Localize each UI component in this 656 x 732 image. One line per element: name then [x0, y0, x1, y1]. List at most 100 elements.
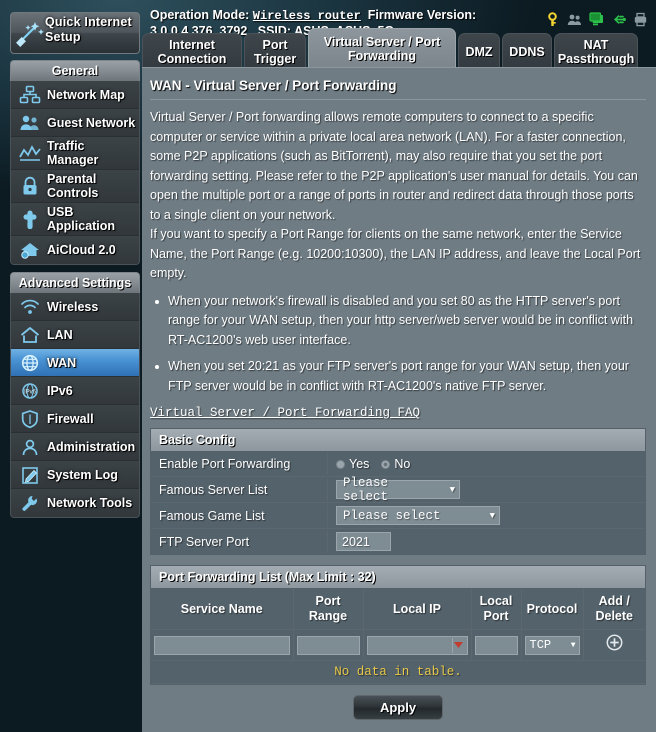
sidebar-item-lan[interactable]: LAN — [11, 321, 139, 349]
main-panel: WAN - Virtual Server / Port Forwarding V… — [142, 67, 656, 732]
quick-internet-setup-button[interactable]: Quick Internet Setup — [10, 12, 140, 54]
row-ftp-server-port: FTP Server Port — [151, 529, 645, 554]
col-local-ip: Local IP — [363, 589, 472, 630]
wrench-icon — [13, 493, 47, 513]
key-icon[interactable] — [545, 12, 560, 27]
sidebar-item-label: Firewall — [47, 411, 94, 426]
magic-wand-icon — [11, 15, 45, 53]
sidebar-item-ipv6[interactable]: IPv6 IPv6 — [11, 377, 139, 405]
guest-network-icon — [13, 113, 47, 133]
sidebar-item-label: IPv6 — [47, 383, 73, 398]
famous-game-list-select[interactable]: Please select ▼ — [336, 506, 500, 525]
row-famous-game-list: Famous Game List Please select ▼ — [151, 503, 645, 529]
aicloud-icon — [13, 240, 47, 260]
apply-button[interactable]: Apply — [352, 695, 444, 720]
faq-link[interactable]: Virtual Server / Port Forwarding FAQ — [150, 406, 420, 420]
network-map-icon — [13, 85, 47, 105]
monitor-icon[interactable] — [589, 12, 604, 27]
sidebar-item-label: System Log — [47, 467, 118, 482]
sidebar-item-label: Network Tools — [47, 496, 133, 510]
usb-icon[interactable] — [611, 12, 626, 27]
chevron-down-icon[interactable] — [451, 637, 465, 653]
service-name-input[interactable] — [154, 635, 290, 655]
sidebar-item-network-tools[interactable]: Network Tools — [11, 489, 139, 517]
operation-mode-label: Operation Mode: — [150, 8, 250, 22]
sidebar-item-system-log[interactable]: System Log — [11, 461, 139, 489]
radio-no-indicator[interactable] — [381, 459, 391, 469]
usb-application-icon — [13, 209, 47, 229]
sidebar-item-label: WAN — [47, 355, 77, 370]
tab-dmz[interactable]: DMZ — [458, 33, 500, 68]
cell-protocol: TCP ▼ — [521, 629, 584, 661]
tab-ddns[interactable]: DDNS — [502, 33, 552, 68]
sidebar-item-network-map[interactable]: Network Map — [11, 81, 139, 109]
table-empty-row: No data in table. — [151, 660, 645, 684]
sidebar-advanced-section: Advanced Settings Wireless LAN WAN IPv6 … — [10, 272, 140, 518]
sidebar-item-wan[interactable]: WAN — [11, 349, 139, 377]
sidebar-item-aicloud[interactable]: AiCloud 2.0 — [11, 236, 139, 264]
local-port-input[interactable] — [474, 635, 518, 655]
radio-no-label: No — [394, 457, 411, 471]
note-item: When your network's firewall is disabled… — [150, 292, 646, 351]
sidebar-item-traffic-manager[interactable]: Traffic Manager — [11, 137, 139, 170]
enable-port-forwarding-label: Enable Port Forwarding — [151, 453, 328, 475]
sidebar-item-administration[interactable]: Administration — [11, 433, 139, 461]
operation-mode-value[interactable]: Wireless router — [253, 9, 361, 23]
radio-yes-indicator[interactable] — [336, 459, 345, 469]
famous-server-list-select[interactable]: Please select ▼ — [336, 476, 460, 504]
router-admin-page: Quick Internet Setup General Network Map — [0, 0, 656, 732]
sidebar-item-label: Guest Network — [47, 115, 136, 130]
sidebar-item-label: Administration — [47, 439, 136, 454]
printer-icon[interactable] — [633, 12, 648, 27]
home-icon — [13, 325, 47, 345]
sidebar-item-label: Parental Controls — [47, 172, 99, 200]
sidebar-item-guest-network[interactable]: Guest Network — [11, 109, 139, 137]
famous-game-list-value: Please select — [343, 508, 441, 523]
basic-config-title: Basic Config — [151, 429, 645, 452]
clients-icon[interactable] — [567, 12, 582, 27]
sidebar-item-label: LAN — [47, 327, 73, 342]
sidebar-item-wireless[interactable]: Wireless — [11, 293, 139, 321]
chevron-down-icon: ▼ — [570, 640, 576, 650]
col-add-delete: Add / Delete — [583, 589, 645, 630]
add-circle-icon[interactable] — [606, 634, 623, 656]
ftp-server-port-input[interactable] — [336, 532, 391, 551]
port-forwarding-list-title: Port Forwarding List (Max Limit : 32) — [151, 566, 645, 589]
log-edit-icon — [13, 465, 47, 485]
cell-port-range — [293, 629, 364, 661]
no-data-message: No data in table. — [151, 660, 645, 684]
famous-server-list-value: Please select — [343, 475, 389, 504]
tab-virtual-server-port-forwarding[interactable]: Virtual Server / Port Forwarding — [308, 28, 456, 68]
radio-yes[interactable]: Yes — [336, 457, 369, 471]
note-item: When you set 20:21 as your FTP server's … — [150, 357, 646, 396]
enable-port-forwarding-radio-group: Yes No — [336, 457, 410, 471]
description-block: Virtual Server / Port forwarding allows … — [150, 108, 646, 284]
sidebar: Quick Internet Setup General Network Map — [10, 12, 140, 518]
port-forwarding-table: Service Name Port Range Local IP Local P… — [151, 589, 645, 684]
local-ip-combo[interactable] — [366, 635, 468, 655]
globe-icon — [13, 353, 47, 373]
tab-port-trigger[interactable]: Port Trigger — [244, 33, 306, 68]
ipv6-icon: IPv6 — [13, 381, 47, 401]
user-admin-icon — [13, 437, 47, 457]
col-local-port: Local Port — [471, 589, 522, 630]
sidebar-item-firewall[interactable]: Firewall — [11, 405, 139, 433]
protocol-value: TCP — [529, 638, 552, 652]
apply-row: Apply — [150, 695, 646, 720]
radio-yes-label: Yes — [349, 457, 370, 471]
protocol-select[interactable]: TCP ▼ — [524, 635, 580, 655]
col-port-range: Port Range — [293, 589, 364, 630]
tab-nat-passthrough[interactable]: NAT Passthrough — [554, 33, 638, 68]
sidebar-item-usb-application[interactable]: USB Application — [11, 203, 139, 236]
description-paragraph-1: Virtual Server / Port forwarding allows … — [150, 110, 638, 222]
radio-no[interactable]: No — [381, 457, 410, 471]
tab-internet-connection[interactable]: Internet Connection — [142, 33, 242, 68]
header-status-icons — [545, 12, 648, 27]
sidebar-item-label: Network Map — [47, 87, 125, 102]
sidebar-item-label: Traffic Manager — [47, 139, 99, 167]
sidebar-item-parental-controls[interactable]: Parental Controls — [11, 170, 139, 203]
port-range-input[interactable] — [296, 635, 360, 655]
description-paragraph-2: If you want to specify a Port Range for … — [150, 227, 641, 280]
table-header-row: Service Name Port Range Local IP Local P… — [151, 589, 645, 630]
sidebar-item-label: USB Application — [47, 205, 116, 233]
